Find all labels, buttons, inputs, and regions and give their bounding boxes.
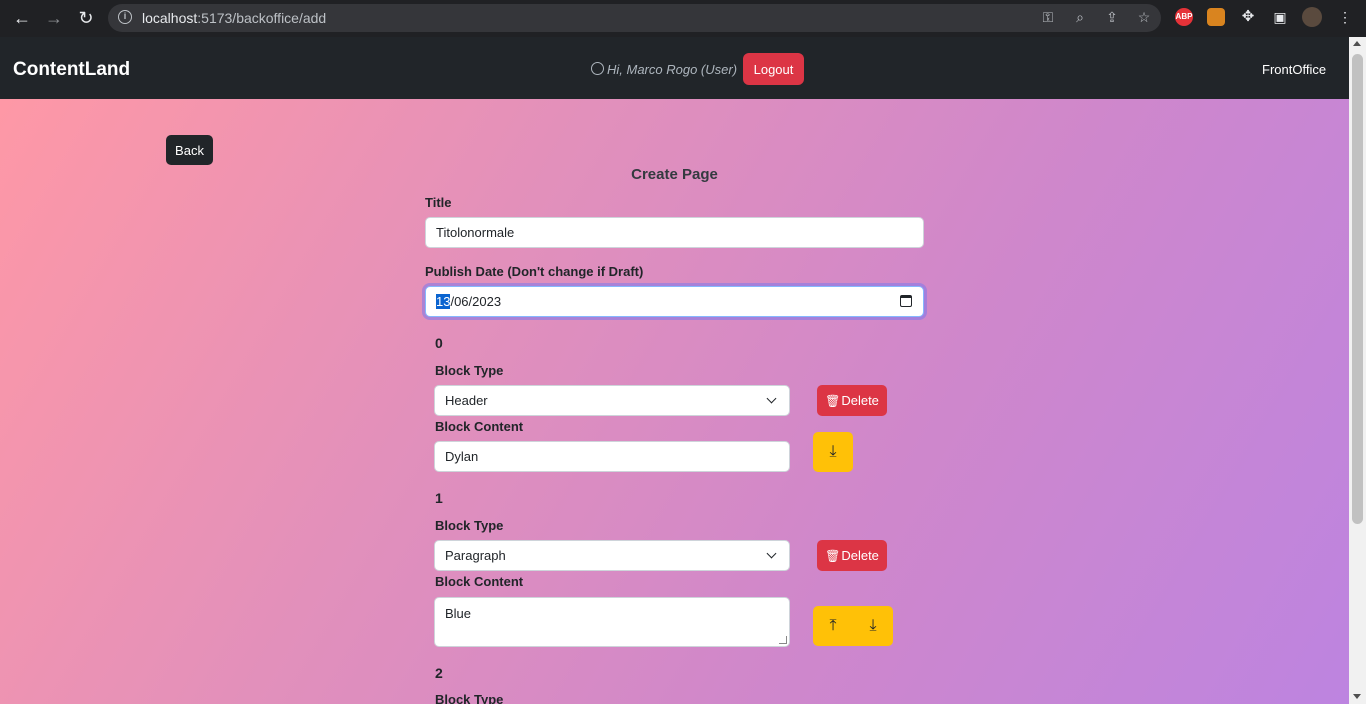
brand-logo[interactable]: ContentLand (13, 59, 130, 81)
block-content-value: Blue (445, 606, 472, 621)
url-path: :5173/backoffice/add (197, 10, 327, 26)
adblock-extension-icon[interactable]: ABP (1175, 8, 1193, 26)
block-type-value: Header (445, 393, 488, 408)
block-type-label: Block Type (435, 363, 504, 378)
move-down-arrow-icon[interactable]: ⤓ (824, 441, 842, 463)
block-type-label: Block Type (435, 518, 504, 533)
logout-button[interactable]: Logout (743, 53, 804, 85)
url-text[interactable]: localhost:5173/backoffice/add (142, 10, 326, 26)
scroll-down-arrow-icon[interactable] (1353, 694, 1361, 699)
side-panel-icon[interactable]: ▣ (1271, 8, 1289, 26)
title-input[interactable]: Titolonormale (425, 217, 924, 248)
key-icon[interactable]: ⚿ (1039, 8, 1057, 26)
extension-orange-icon[interactable] (1207, 8, 1225, 26)
bookmark-star-icon[interactable]: ☆ (1135, 8, 1153, 26)
move-block-buttons: ⤓ (813, 432, 853, 472)
move-up-arrow-icon[interactable]: ⤒ (824, 615, 842, 637)
app-navbar: ContentLand Hi, Marco Rogo (User) Logout… (0, 37, 1349, 99)
share-icon[interactable]: ⇪ (1103, 8, 1121, 26)
block-type-label: Block Type (435, 692, 504, 704)
move-down-arrow-icon[interactable]: ⤓ (864, 615, 882, 637)
zoom-icon[interactable]: ⌕ (1071, 8, 1089, 26)
block-content-label: Block Content (435, 419, 524, 434)
puzzle-extensions-icon[interactable]: ✥ (1239, 8, 1257, 26)
publish-date-label: Publish Date (Don't change if Draft) (425, 264, 644, 279)
menu-kebab-icon[interactable]: ⋮ (1336, 8, 1354, 26)
move-block-buttons: ⤒ ⤓ (813, 606, 893, 646)
site-info-icon[interactable]: i (118, 10, 132, 24)
delete-label: Delete (841, 393, 879, 408)
main-content: Back Create Page Title Titolonormale Pub… (0, 99, 1349, 704)
title-label: Title (425, 195, 452, 210)
block-content-input[interactable]: Dylan (434, 441, 790, 472)
url-host: localhost (142, 10, 198, 26)
page-title: Create Page (631, 166, 718, 183)
profile-avatar[interactable] (1302, 7, 1322, 27)
frontoffice-link[interactable]: FrontOffice (1262, 62, 1326, 77)
page-scrollbar[interactable] (1349, 37, 1366, 704)
date-rest-segment[interactable]: /06/2023 (450, 294, 501, 309)
back-arrow-icon[interactable]: ← (12, 8, 32, 28)
trash-icon: 🗑 (825, 549, 841, 563)
publish-date-input[interactable]: 13/06/2023 (425, 286, 924, 317)
greeting-text: Hi, Marco Rogo (User) (607, 62, 738, 77)
delete-label: Delete (841, 548, 879, 563)
block-index: 0 (435, 335, 443, 351)
block-type-select[interactable]: Header (434, 385, 790, 416)
chevron-down-icon (766, 548, 777, 559)
resize-grip-icon[interactable] (779, 636, 787, 644)
forward-arrow-icon[interactable]: → (44, 8, 64, 28)
calendar-icon[interactable] (900, 295, 912, 307)
chevron-down-icon (766, 393, 777, 404)
back-button[interactable]: Back (166, 135, 213, 165)
address-bar[interactable]: i localhost:5173/backoffice/add (108, 4, 1161, 32)
scroll-up-arrow-icon[interactable] (1353, 41, 1361, 46)
delete-block-button[interactable]: 🗑Delete (817, 540, 887, 571)
block-type-select[interactable]: Paragraph (434, 540, 790, 571)
block-index: 1 (435, 490, 443, 506)
date-day-segment[interactable]: 13 (436, 294, 451, 309)
reload-icon[interactable]: ↻ (76, 8, 96, 28)
block-content-label: Block Content (435, 574, 524, 589)
delete-block-button[interactable]: 🗑Delete (817, 385, 887, 416)
user-circle-icon (591, 62, 604, 75)
block-index: 2 (435, 665, 443, 681)
block-content-textarea[interactable]: Blue (434, 597, 790, 647)
trash-icon: 🗑 (825, 394, 841, 408)
block-type-value: Paragraph (445, 548, 506, 563)
scrollbar-thumb[interactable] (1352, 54, 1363, 524)
user-greeting: Hi, Marco Rogo (User) (591, 62, 737, 77)
browser-toolbar: ← → ↻ i localhost:5173/backoffice/add ⚿ … (0, 0, 1366, 37)
